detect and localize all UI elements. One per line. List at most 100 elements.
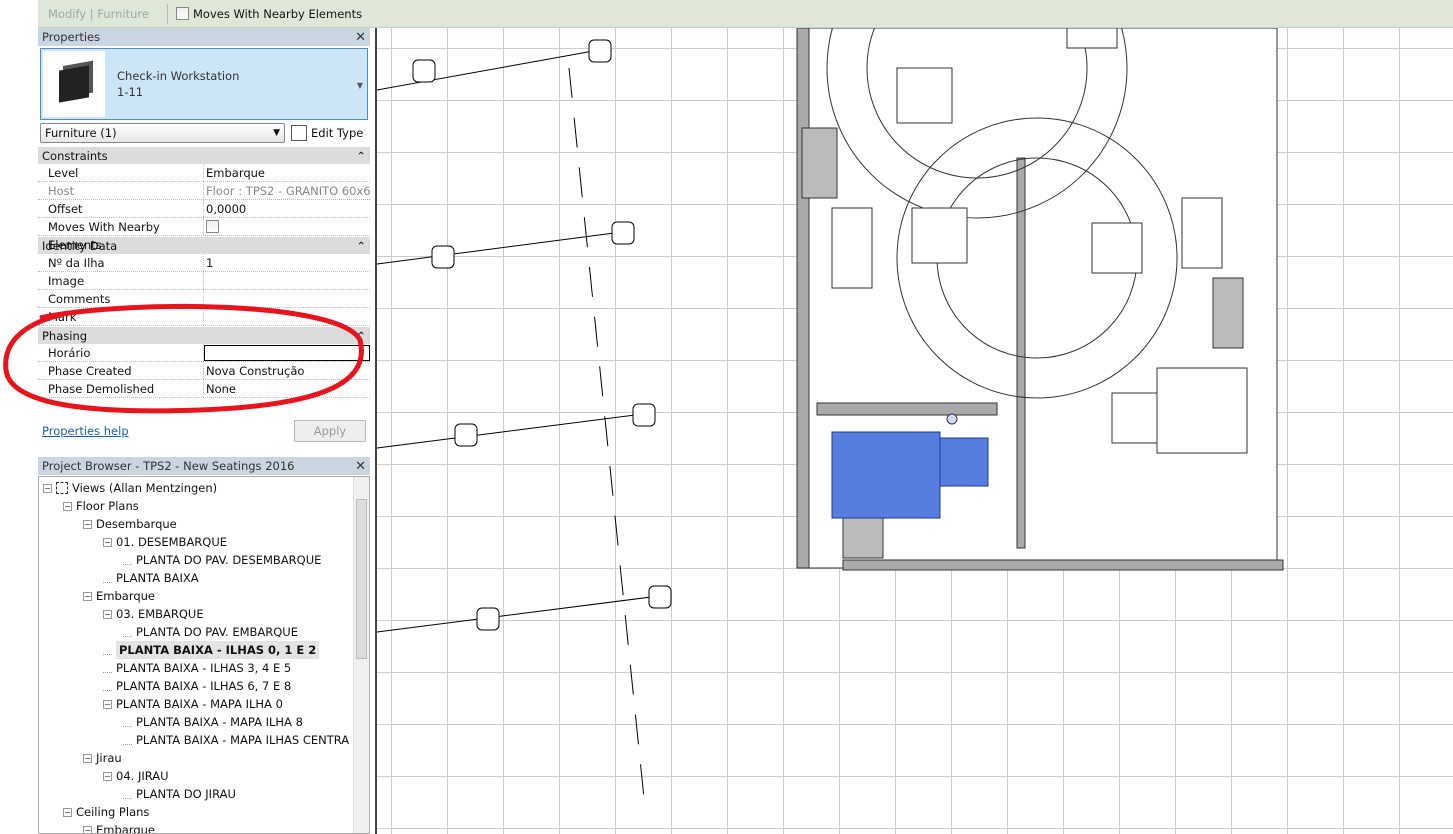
tree-item[interactable]: PLANTA BAIXA	[103, 569, 199, 587]
tree-item[interactable]: PLANTA DO PAV. EMBARQUE	[123, 623, 298, 641]
ribbon-context-bar: Modify | Furniture Moves With Nearby Ele…	[38, 0, 1453, 28]
moves-with-nearby-checkbox[interactable]: Moves With Nearby Elements	[176, 7, 362, 21]
property-label: Phase Demolished	[38, 380, 204, 397]
tree-item-label: PLANTA BAIXA - MAPA ILHA 8	[136, 715, 303, 729]
collapse-icon[interactable]: −	[83, 591, 92, 601]
views-icon	[56, 482, 68, 494]
tree-item[interactable]: PLANTA BAIXA - ILHAS 0, 1 E 2	[103, 641, 320, 659]
tree-item[interactable]: −03. EMBARQUE	[103, 605, 204, 623]
instance-filter-dropdown[interactable]: Furniture (1) ▼	[40, 123, 285, 143]
collapse-icon[interactable]: ⌃	[356, 149, 366, 163]
property-value[interactable]: Floor : TPS2 - GRANITO 60x60	[204, 182, 370, 199]
tree-connector	[123, 790, 132, 799]
properties-help-link[interactable]: Properties help	[42, 424, 129, 438]
edit-type-button[interactable]: Edit Type	[291, 125, 363, 141]
tree-item[interactable]: PLANTA BAIXA - ILHAS 3, 4 E 5	[103, 659, 291, 677]
property-value[interactable]: Nova Construção	[204, 362, 370, 379]
tree-connector	[123, 556, 132, 565]
property-label: Host	[38, 182, 204, 199]
property-label: Nº da Ilha	[38, 254, 204, 271]
collapse-icon[interactable]: −	[103, 609, 112, 619]
property-row: Mark	[38, 308, 370, 326]
property-row: Host Floor : TPS2 - GRANITO 60x60	[38, 182, 370, 200]
collapse-icon[interactable]: −	[103, 537, 112, 547]
collapse-icon[interactable]: −	[83, 519, 92, 529]
collapse-icon[interactable]: −	[63, 501, 72, 511]
property-row: Phase Demolished None	[38, 380, 370, 398]
tree-item-label: PLANTA BAIXA - ILHAS 3, 4 E 5	[116, 661, 292, 675]
tree-item[interactable]: −01. DESEMBARQUE	[103, 533, 227, 551]
tree-item[interactable]: PLANTA BAIXA - MAPA ILHAS CENTRA	[123, 731, 349, 749]
checkbox-icon[interactable]	[176, 7, 189, 20]
tree-item[interactable]: − Views (Allan Mentzingen)	[43, 479, 217, 497]
property-row: Level Embarque	[38, 164, 370, 182]
filter-value: Furniture (1)	[45, 126, 117, 140]
tree-item[interactable]: −04. JIRAU	[103, 767, 169, 785]
group-constraints[interactable]: Constraints ⌃	[38, 146, 370, 164]
property-row: Comments	[38, 290, 370, 308]
property-label: Level	[38, 164, 204, 181]
tree-item[interactable]: − Jirau	[83, 749, 122, 767]
scrollbar[interactable]	[353, 477, 369, 833]
panel-title: Properties	[42, 30, 101, 44]
close-icon[interactable]: ✕	[355, 30, 366, 45]
tree-item[interactable]: − PLANTA BAIXA - MAPA ILHA 0	[103, 695, 283, 713]
tree-item-label: Ceiling Plans	[76, 805, 150, 819]
property-row: Moves With Nearby Elements	[38, 218, 370, 252]
tree-item[interactable]: PLANTA BAIXA - MAPA ILHA 8	[123, 713, 303, 731]
property-value[interactable]	[204, 290, 370, 307]
tree-item[interactable]: − Floor Plans	[63, 497, 139, 515]
property-value[interactable]	[204, 308, 370, 325]
property-row: Horário	[38, 344, 370, 362]
panel-title: Project Browser - TPS2 - New Seatings 20…	[42, 459, 295, 473]
horario-input[interactable]	[204, 345, 370, 361]
collapse-icon[interactable]: ⌃	[356, 239, 366, 253]
property-value[interactable]: 0,0000	[204, 200, 370, 217]
scrollbar-thumb[interactable]	[356, 499, 367, 659]
tree-item-label: Jirau	[96, 751, 122, 765]
tree-item-label: PLANTA BAIXA - ILHAS 6, 7 E 8	[116, 679, 292, 693]
checkbox-icon[interactable]	[206, 220, 219, 233]
drawing-canvas[interactable]	[375, 28, 1453, 834]
browser-tree: − Views (Allan Mentzingen) − Floor Plans − De…	[38, 476, 370, 834]
tree-item[interactable]: PLANTA BAIXA - ILHAS 6, 7 E 8	[103, 677, 291, 695]
edit-type-label: Edit Type	[311, 126, 364, 140]
chevron-down-icon[interactable]: ▼	[357, 81, 363, 90]
collapse-icon[interactable]: −	[103, 771, 112, 781]
tree-item[interactable]: − Ceiling Plans	[63, 803, 149, 821]
workstation-thumbnail	[43, 51, 105, 117]
tree-item[interactable]: − Desembarque	[83, 515, 177, 533]
property-value[interactable]: 1	[204, 254, 370, 271]
tree-item[interactable]: PLANTA DO JIRAU	[123, 785, 236, 803]
collapse-icon[interactable]: −	[83, 753, 92, 763]
tree-item-label: Embarque	[96, 589, 156, 603]
tree-item[interactable]: − Embarque	[83, 821, 156, 834]
tree-item-label: Embarque	[96, 823, 156, 834]
group-identity-data[interactable]: Identity Data ⌃	[38, 236, 370, 254]
property-label: Horário	[38, 344, 204, 361]
tree-item-label: PLANTA BAIXA - MAPA ILHA 0	[116, 697, 283, 711]
close-icon[interactable]: ✕	[355, 459, 366, 474]
property-row: Offset 0,0000	[38, 200, 370, 218]
tree-item[interactable]: PLANTA DO PAV. DESEMBARQUE	[123, 551, 321, 569]
tree-item-label: 01. DESEMBARQUE	[116, 535, 228, 549]
collapse-icon[interactable]: −	[63, 807, 72, 817]
collapse-icon[interactable]: ⌃	[356, 329, 366, 343]
property-value[interactable]	[204, 272, 370, 289]
collapse-icon[interactable]: −	[83, 825, 92, 833]
tree-item-label: PLANTA DO PAV. DESEMBARQUE	[136, 553, 322, 567]
property-value[interactable]: None	[204, 380, 370, 397]
tree-item-label: Floor Plans	[76, 499, 139, 513]
property-value[interactable]: Embarque	[204, 164, 370, 181]
apply-button[interactable]: Apply	[294, 420, 366, 442]
group-phasing[interactable]: Phasing ⌃	[38, 326, 370, 344]
property-value[interactable]	[204, 218, 370, 235]
property-label: Offset	[38, 200, 204, 217]
collapse-icon[interactable]: −	[43, 483, 52, 493]
collapse-icon[interactable]: −	[103, 699, 112, 709]
tree-item[interactable]: − Embarque	[83, 587, 155, 605]
property-row: Phase Created Nova Construção	[38, 362, 370, 380]
property-label: Moves With Nearby Elements	[38, 218, 204, 252]
tree-connector	[123, 628, 132, 637]
type-selector[interactable]: Check-in Workstation 1-11 ▼	[40, 48, 368, 120]
